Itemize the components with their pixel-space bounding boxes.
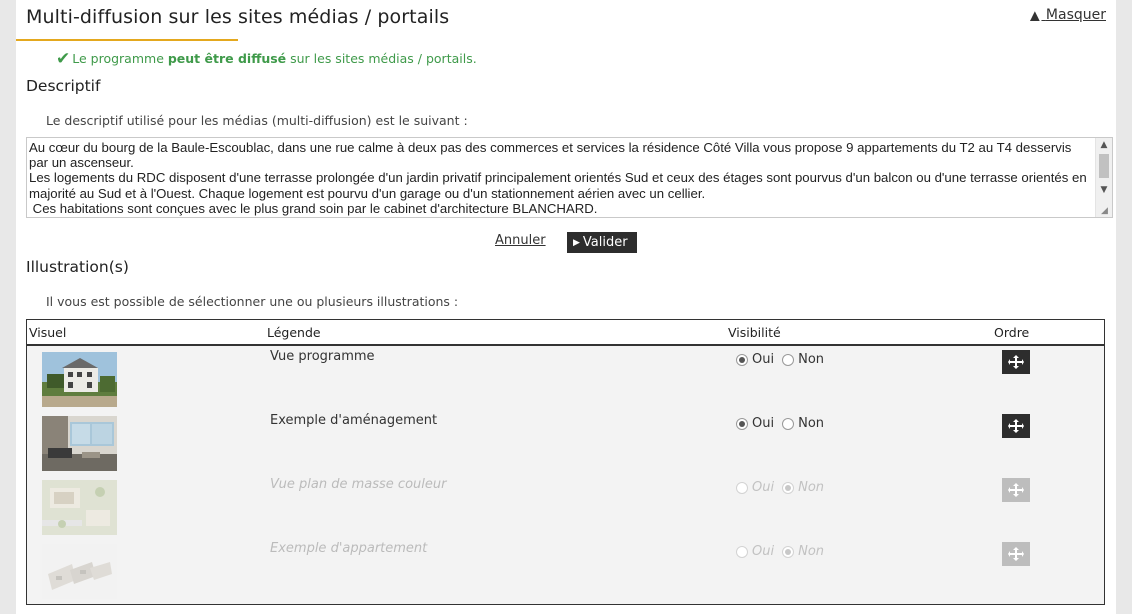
illustrations-table: Visuel Légende Visibilité Ordre Vue prog… (26, 319, 1105, 605)
resize-grip-icon[interactable]: ◢ (1101, 206, 1111, 216)
radio-non[interactable] (782, 417, 795, 430)
radio-non-label: Non (798, 544, 825, 559)
legend-text: Exemple d'appartement (270, 541, 428, 556)
thumbnail-apartment-plan[interactable] (42, 544, 117, 599)
diffusion-status: ✔ Le programme peut être diffusé sur les … (56, 48, 477, 69)
hide-link[interactable]: ▲ Masquer (1030, 7, 1106, 23)
reorder-button (1002, 542, 1030, 566)
descriptif-intro: Le descriptif utilisé pour les médias (m… (46, 113, 468, 128)
table-body: Vue programme Oui Non Exemple d'aménagem… (27, 346, 1104, 604)
status-emphasis: peut être diffusé (167, 51, 287, 66)
triangle-up-icon: ▲ (1030, 8, 1040, 22)
scroll-down-icon[interactable]: ▼ (1096, 183, 1112, 197)
title-underline (16, 39, 238, 41)
validate-label: Valider (582, 235, 628, 250)
radio-non (782, 481, 795, 494)
descriptif-title: Descriptif (26, 77, 101, 95)
thumbnail-interior-living-room[interactable] (42, 416, 117, 471)
reorder-button[interactable] (1002, 414, 1030, 438)
illustrations-intro: Il vous est possible de sélectionner une… (46, 294, 459, 309)
hide-link-label: Masquer (1045, 7, 1106, 23)
reorder-button (1002, 478, 1030, 502)
thumbnail-site-plan[interactable] (42, 480, 117, 535)
radio-oui-label: Oui (752, 416, 775, 431)
column-header-ordre: Ordre (994, 325, 1030, 340)
column-header-visuel: Visuel (29, 325, 67, 340)
radio-oui[interactable] (736, 353, 748, 366)
radio-non[interactable] (782, 353, 795, 366)
column-header-visibilite: Visibilité (728, 325, 781, 340)
table-row: Vue programme Oui Non (27, 346, 1104, 410)
check-icon: ✔ (56, 49, 71, 69)
visibility-group: Oui Non (736, 352, 832, 367)
cancel-link[interactable]: Annuler (495, 233, 546, 248)
legend-text: Exemple d'aménagement (270, 413, 438, 428)
radio-oui (736, 545, 748, 558)
radio-oui (736, 481, 748, 494)
move-arrows-icon (1008, 419, 1024, 433)
legend-text: Vue programme (270, 349, 375, 364)
table-header: Visuel Légende Visibilité Ordre (27, 320, 1104, 346)
move-arrows-icon (1008, 355, 1024, 369)
radio-non-label: Non (798, 352, 825, 367)
visibility-group: Oui Non (736, 480, 832, 495)
multi-diffusion-panel: Multi-diffusion sur les sites médias / p… (16, 0, 1116, 614)
legend-text: Vue plan de masse couleur (270, 477, 447, 492)
radio-oui-label: Oui (752, 544, 775, 559)
status-suffix: sur les sites médias / portails. (286, 51, 477, 66)
radio-oui-label: Oui (752, 352, 775, 367)
visibility-group: Oui Non (736, 544, 832, 559)
table-row: Exemple d'appartement Oui Non (27, 538, 1104, 602)
move-arrows-icon (1008, 547, 1024, 561)
descriptif-textarea[interactable]: Au cœur du bourg de la Baule-Escoublac, … (26, 137, 1113, 218)
radio-oui[interactable] (736, 417, 748, 430)
table-row: Vue plan de masse couleur Oui Non (27, 474, 1104, 538)
table-row: Exemple d'aménagement Oui Non (27, 410, 1104, 474)
radio-non (782, 545, 795, 558)
scroll-up-icon[interactable]: ▲ (1096, 138, 1112, 152)
reorder-button[interactable] (1002, 350, 1030, 374)
descriptif-text: Au cœur du bourg de la Baule-Escoublac, … (29, 140, 1087, 216)
visibility-group: Oui Non (736, 416, 832, 431)
validate-button[interactable]: ▶ Valider (567, 232, 637, 253)
radio-non-label: Non (798, 416, 825, 431)
move-arrows-icon (1008, 483, 1024, 497)
radio-non-label: Non (798, 480, 825, 495)
page-title: Multi-diffusion sur les sites médias / p… (26, 6, 450, 28)
radio-oui-label: Oui (752, 480, 775, 495)
play-icon: ▶ (573, 238, 580, 248)
column-header-legende: Légende (267, 325, 321, 340)
scroll-thumb[interactable] (1099, 154, 1109, 178)
illustrations-title: Illustration(s) (26, 258, 129, 276)
status-prefix: Le programme (72, 51, 168, 66)
thumbnail-building-exterior[interactable] (42, 352, 117, 407)
